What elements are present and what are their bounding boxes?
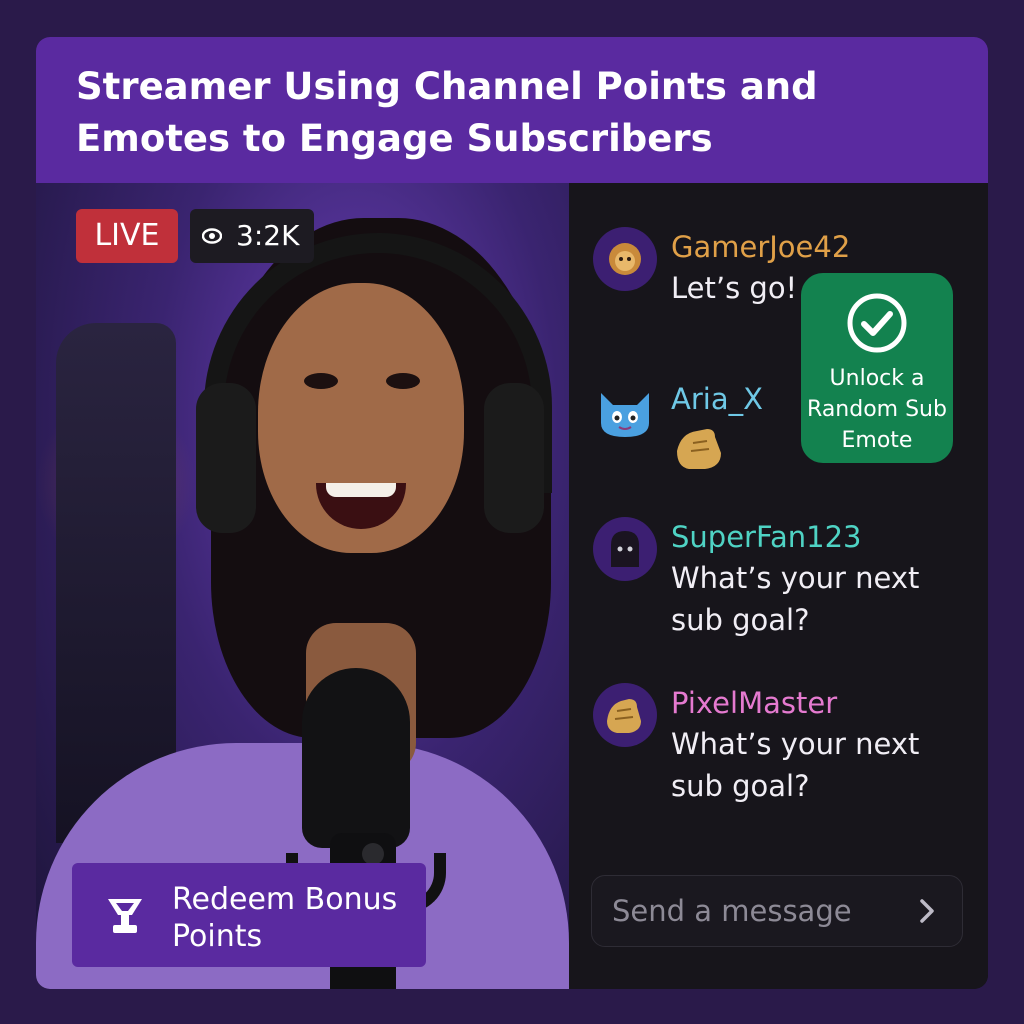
chat-panel: GamerJoe42 Let’s go! Aria_X Unlock a Ran…: [569, 183, 988, 989]
trophy-icon: [108, 899, 142, 933]
chat-text: What’s your next sub goal?: [671, 561, 920, 637]
eye-icon: [202, 228, 222, 244]
page-title: Streamer Using Channel Points and Emotes…: [76, 65, 818, 160]
avatar: [593, 683, 657, 747]
avatar: [593, 517, 657, 581]
check-circle-icon: [847, 293, 907, 353]
live-badge: LIVE: [76, 209, 178, 263]
redeem-bonus-points-button[interactable]: Redeem Bonus Points: [72, 863, 426, 967]
cat-emote-icon: [601, 393, 649, 437]
hooded-figure-icon: [611, 531, 639, 567]
clap-hand-emote-icon: [677, 429, 721, 469]
chat-username[interactable]: SuperFan123: [671, 517, 861, 557]
viewer-count-badge: 3:2K: [190, 209, 314, 263]
lion-emote-icon: [609, 243, 641, 275]
headphones-earcup-left: [196, 383, 256, 533]
chat-text: What’s your next sub goal?: [671, 727, 920, 803]
unlock-sub-emote-button[interactable]: Unlock a Random Sub Emote: [801, 273, 953, 463]
headphones-earcup-right: [484, 383, 544, 533]
avatar: [593, 379, 657, 443]
unlock-label: Unlock a Random Sub Emote: [807, 366, 947, 453]
input-placeholder: Send a message: [612, 894, 852, 928]
chat-username[interactable]: PixelMaster: [671, 683, 837, 723]
avatar: [593, 227, 657, 291]
microphone-head: [302, 668, 410, 848]
stream-card: Streamer Using Channel Points and Emotes…: [36, 37, 988, 989]
microphone-knob: [362, 843, 384, 865]
redeem-label: Redeem Bonus Points: [172, 882, 398, 954]
chat-username[interactable]: GamerJoe42: [671, 227, 850, 267]
clap-hand-icon: [607, 699, 641, 733]
viewer-count: 3:2K: [236, 219, 300, 252]
chevron-right-icon[interactable]: [914, 898, 940, 924]
chat-message-input[interactable]: Send a message: [591, 875, 963, 947]
stream-video[interactable]: LIVE 3:2K Redeem Bonus Points: [36, 183, 569, 989]
chat-username[interactable]: Aria_X: [671, 379, 763, 419]
header-banner: Streamer Using Channel Points and Emotes…: [36, 37, 988, 183]
